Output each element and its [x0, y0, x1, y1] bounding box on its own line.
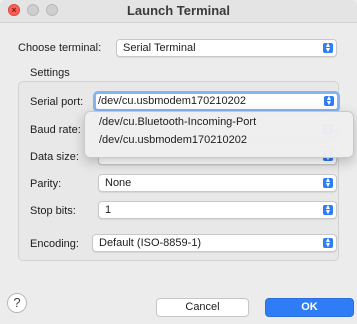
chevron-updown-icon: ▲▼ — [324, 95, 334, 107]
encoding-value: Default (ISO-8859-1) — [99, 237, 202, 249]
settings-group-label: Settings — [30, 67, 70, 79]
serial-port-option-bluetooth[interactable]: /dev/cu.Bluetooth-Incoming-Port — [99, 116, 256, 128]
parity-label: Parity: — [30, 178, 62, 190]
encoding-label: Encoding: — [30, 238, 79, 250]
data-size-label: Data size: — [30, 151, 79, 163]
encoding-select[interactable]: Default (ISO-8859-1) ▲ ▼ — [92, 234, 337, 252]
baud-rate-label: Baud rate: — [30, 124, 81, 136]
title-bar: × Launch Terminal — [0, 0, 357, 23]
choose-terminal-value: Serial Terminal — [123, 42, 196, 54]
serial-port-value: /dev/cu.usbmodem170210202 — [98, 95, 246, 107]
stop-bits-value: 1 — [105, 204, 112, 216]
launch-terminal-dialog: × Launch Terminal Choose terminal: Seria… — [0, 0, 357, 324]
ok-button[interactable]: OK — [265, 298, 354, 317]
chevron-updown-icon: ▲▼ — [323, 42, 333, 54]
chevron-updown-icon: ▲▼ — [323, 177, 333, 189]
choose-terminal-label: Choose terminal: — [18, 42, 102, 54]
serial-port-label: Serial port: — [30, 96, 84, 108]
serial-port-dropdown-menu: /dev/cu.Bluetooth-Incoming-Port /dev/cu.… — [84, 111, 354, 158]
help-icon: ? — [13, 295, 21, 310]
serial-port-select[interactable]: /dev/cu.usbmodem170210202 ▲ ▼ — [93, 91, 340, 112]
chevron-updown-icon: ▲▼ — [323, 204, 333, 216]
stop-bits-select[interactable]: 1 ▲ ▼ — [98, 201, 337, 219]
serial-port-option-usbmodem[interactable]: /dev/cu.usbmodem170210202 — [99, 134, 247, 146]
chevron-updown-icon: ▲▼ — [323, 237, 333, 249]
choose-terminal-select[interactable]: Serial Terminal ▲ ▼ — [116, 39, 337, 57]
stop-bits-label: Stop bits: — [30, 205, 76, 217]
window-title: Launch Terminal — [126, 3, 231, 18]
parity-select[interactable]: None ▲ ▼ — [98, 174, 337, 192]
cancel-button[interactable]: Cancel — [156, 298, 249, 317]
parity-value: None — [105, 177, 132, 189]
help-button[interactable]: ? — [7, 293, 27, 313]
